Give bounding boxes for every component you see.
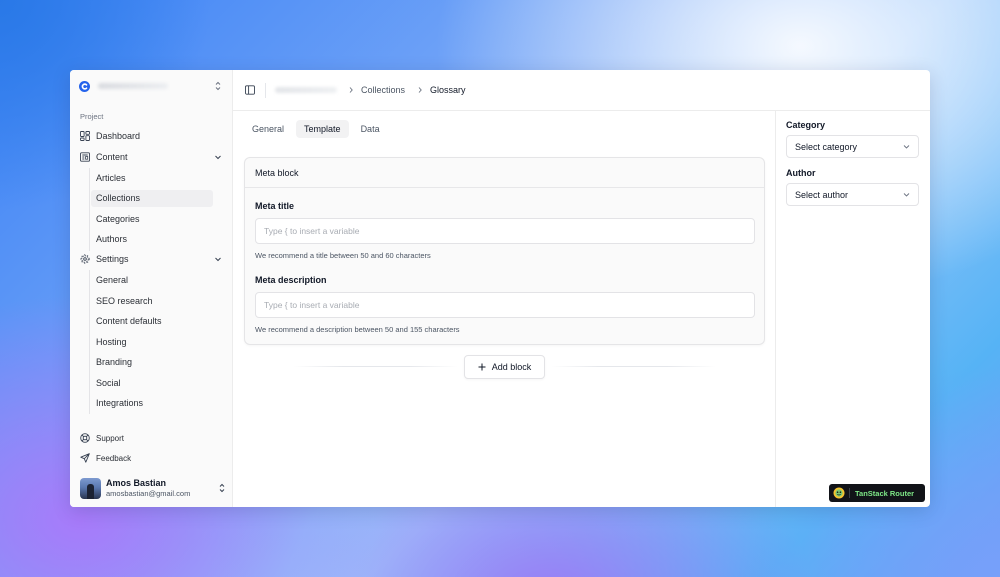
sidebar-item-content-defaults[interactable]: Content defaults bbox=[91, 313, 213, 330]
divider-left bbox=[293, 366, 458, 367]
sidebar-item-label: SEO research bbox=[96, 295, 153, 306]
sidebar: Project Dashboard Content Articles Colle… bbox=[70, 70, 233, 507]
sidebar-item-seo-research[interactable]: SEO research bbox=[91, 292, 213, 309]
layout-dashboard-icon bbox=[80, 131, 90, 141]
sidebar-item-categories[interactable]: Categories bbox=[91, 210, 213, 227]
main-content: Collections Glossary General Template Da… bbox=[233, 70, 930, 507]
meta-description-label: Meta description bbox=[255, 275, 327, 285]
sidebar-item-label: Settings bbox=[96, 254, 129, 264]
breadcrumb-current: Glossary bbox=[430, 85, 466, 95]
sidebar-item-label: Dashboard bbox=[96, 131, 141, 141]
feedback-link[interactable]: Feedback bbox=[76, 450, 228, 466]
top-bar: Collections Glossary bbox=[233, 70, 930, 111]
sidebar-item-integrations[interactable]: Integrations bbox=[91, 395, 213, 412]
tab-general[interactable]: General bbox=[244, 120, 292, 138]
chevron-down-icon bbox=[903, 193, 910, 197]
sidebar-item-collections[interactable]: Collections bbox=[91, 189, 213, 207]
tree-line bbox=[89, 270, 90, 414]
category-label: Category bbox=[786, 120, 826, 130]
meta-block-card: Meta block Meta title We recommend a tit… bbox=[244, 157, 765, 345]
tanstack-router-devtools-button[interactable]: TanStack Router bbox=[829, 484, 925, 502]
meta-description-hint: We recommend a description between 50 an… bbox=[255, 325, 460, 334]
sidebar-item-label: Collections bbox=[96, 193, 141, 203]
send-icon bbox=[80, 453, 90, 463]
feedback-label: Feedback bbox=[96, 453, 132, 463]
author-label: Author bbox=[786, 168, 816, 178]
plus-icon bbox=[478, 363, 486, 371]
author-select-value: Select author bbox=[795, 189, 849, 200]
sidebar-item-settings[interactable]: Settings bbox=[76, 250, 228, 268]
author-select[interactable]: Select author bbox=[786, 183, 919, 206]
sidebar-item-social[interactable]: Social bbox=[91, 374, 213, 391]
meta-title-input[interactable] bbox=[255, 218, 755, 244]
chevron-right-icon bbox=[418, 87, 422, 93]
add-block-button[interactable]: Add block bbox=[464, 355, 545, 379]
sidebar-item-label: General bbox=[96, 275, 129, 285]
tab-list: General Template Data bbox=[244, 120, 392, 138]
sidebar-item-label: Categories bbox=[96, 213, 140, 224]
sidebar-item-content[interactable]: Content bbox=[76, 148, 228, 166]
user-email: amosbastian@gmail.com bbox=[106, 488, 191, 498]
category-select-value: Select category bbox=[795, 141, 858, 152]
app-window: Project Dashboard Content Articles Colle… bbox=[70, 70, 930, 507]
newspaper-icon bbox=[80, 152, 90, 162]
chevron-down-icon bbox=[903, 145, 910, 149]
sidebar-item-hosting[interactable]: Hosting bbox=[91, 333, 213, 350]
header-divider bbox=[265, 83, 266, 98]
sidebar-item-branding[interactable]: Branding bbox=[91, 354, 213, 371]
sidebar-toggle-icon[interactable] bbox=[245, 85, 255, 95]
sidebar-item-label: Hosting bbox=[96, 336, 127, 347]
badge-divider bbox=[849, 488, 850, 498]
user-name: Amos Bastian bbox=[106, 477, 167, 488]
divider-right bbox=[551, 366, 716, 367]
workspace-name-redacted bbox=[98, 83, 168, 89]
sidebar-item-label: Articles bbox=[96, 172, 126, 183]
category-select[interactable]: Select category bbox=[786, 135, 919, 158]
support-label: Support bbox=[96, 433, 125, 443]
chevron-down-icon bbox=[215, 257, 221, 262]
sidebar-item-label: Branding bbox=[96, 357, 133, 367]
add-block-label: Add block bbox=[491, 362, 532, 372]
tanstack-router-label: TanStack Router bbox=[855, 488, 915, 498]
sidebar-item-articles[interactable]: Articles bbox=[91, 169, 213, 186]
chevron-right-icon bbox=[349, 87, 353, 93]
avatar bbox=[80, 477, 101, 499]
meta-description-input[interactable] bbox=[255, 292, 755, 318]
tree-line bbox=[89, 168, 90, 251]
life-buoy-icon bbox=[80, 433, 90, 443]
breadcrumb-root-redacted[interactable] bbox=[275, 87, 337, 93]
sidebar-item-label: Authors bbox=[96, 234, 128, 244]
group-label: Project bbox=[80, 112, 104, 121]
chevron-down-icon bbox=[215, 155, 221, 160]
support-link[interactable]: Support bbox=[76, 430, 228, 446]
breadcrumb-collections[interactable]: Collections bbox=[361, 84, 405, 96]
tab-template[interactable]: Template bbox=[296, 120, 349, 138]
meta-title-label: Meta title bbox=[255, 201, 295, 211]
sidebar-item-label: Integrations bbox=[96, 398, 144, 408]
sidebar-item-general[interactable]: General bbox=[91, 272, 213, 289]
user-info: Amos Bastian amosbastian@gmail.com bbox=[106, 478, 190, 499]
workspace-switcher[interactable] bbox=[79, 78, 225, 94]
tab-data[interactable]: Data bbox=[353, 120, 388, 138]
user-menu[interactable]: Amos Bastian amosbastian@gmail.com bbox=[80, 476, 226, 500]
brand-logo-icon bbox=[79, 80, 90, 92]
tanstack-logo-icon bbox=[833, 487, 845, 499]
chevrons-up-down-icon bbox=[219, 483, 225, 493]
sidebar-item-label: Content defaults bbox=[96, 316, 162, 326]
sidebar-item-label: Social bbox=[96, 377, 121, 388]
meta-title-hint: We recommend a title between 50 and 60 c… bbox=[255, 251, 431, 260]
right-panel: Category Select category Author Select a… bbox=[775, 111, 930, 507]
gear-icon bbox=[80, 254, 90, 264]
sidebar-item-label: Content bbox=[96, 152, 128, 162]
sidebar-item-dashboard[interactable]: Dashboard bbox=[76, 127, 228, 145]
sidebar-item-authors[interactable]: Authors bbox=[91, 231, 213, 248]
meta-block-title: Meta block bbox=[245, 158, 764, 188]
chevrons-up-down-icon bbox=[215, 81, 221, 91]
